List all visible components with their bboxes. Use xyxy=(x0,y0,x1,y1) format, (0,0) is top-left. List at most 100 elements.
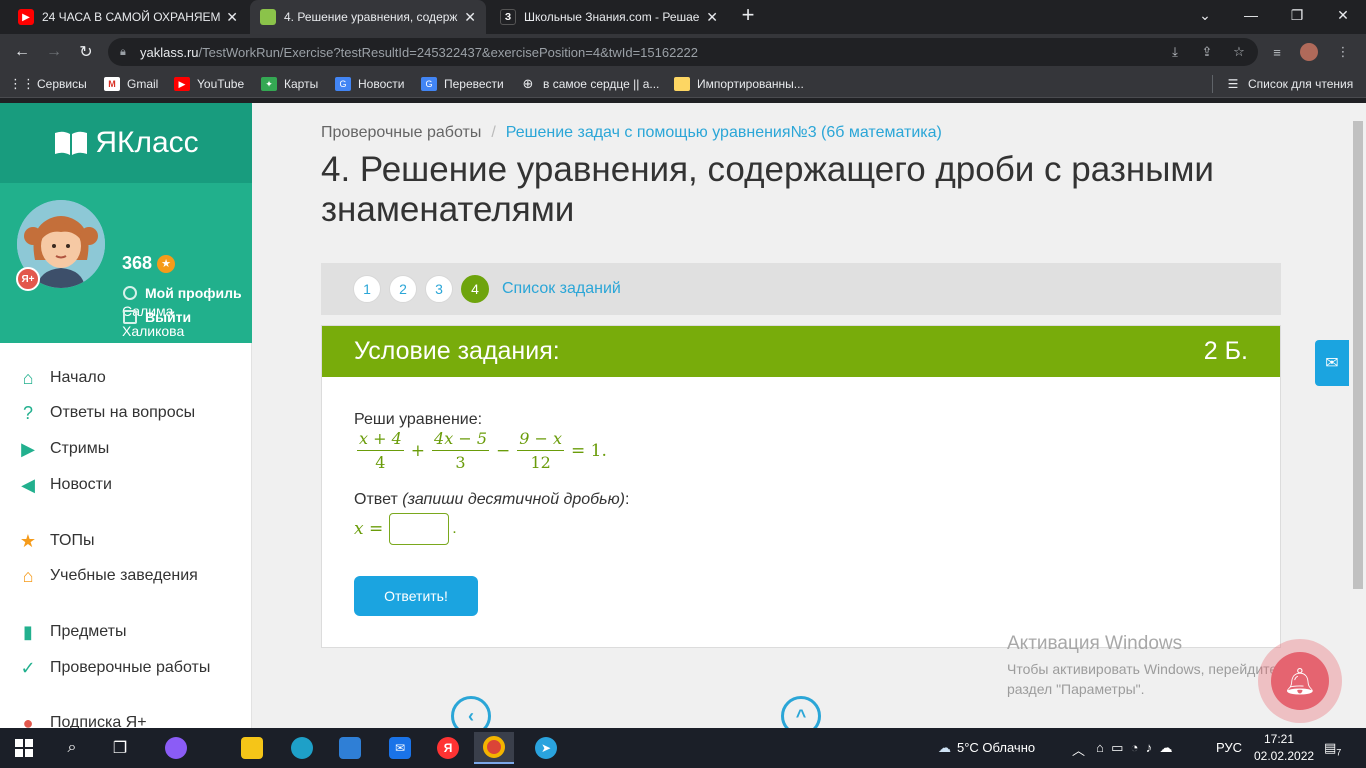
nav-tops[interactable]: ★ ТОПы xyxy=(17,529,95,553)
chrome-icon[interactable] xyxy=(474,732,514,764)
reading-mode-icon[interactable]: ≡ xyxy=(1268,43,1286,61)
bookmark-youtube[interactable]: ▶ YouTube xyxy=(174,75,244,93)
nav-subscription[interactable]: ● Подписка Я+ xyxy=(17,711,147,729)
bookmark-news[interactable]: G Новости xyxy=(335,75,404,93)
browser-tab-znanija[interactable]: З Школьные Знания.com - Решае ✕ xyxy=(490,0,728,34)
menu-kebab-icon[interactable]: ⋮ xyxy=(1334,43,1352,61)
yaklass-book-icon xyxy=(260,9,276,25)
weather-widget[interactable]: ☁ 5°C Облачно xyxy=(938,740,1035,756)
bookmark-label: в самое сердце || а... xyxy=(543,77,660,91)
breadcrumb-root-link[interactable]: Проверочные работы xyxy=(321,124,481,141)
bookmark-star-icon[interactable]: ☆ xyxy=(1230,43,1248,61)
feedback-mail-button[interactable]: ✉ xyxy=(1315,340,1349,386)
install-icon[interactable]: ⤓ xyxy=(1166,43,1184,61)
nav-answers[interactable]: ? Ответы на вопросы xyxy=(17,401,195,425)
task-list-link[interactable]: Список заданий xyxy=(502,280,621,298)
nav-subjects[interactable]: ▮ Предметы xyxy=(17,620,126,644)
notification-bell-button[interactable]: 🔔︎ xyxy=(1258,639,1342,723)
task-header: Условие задания: 2 Б. xyxy=(322,326,1280,377)
yaklass-logo[interactable]: ЯКласс xyxy=(53,126,199,160)
bookmark-label: Новости xyxy=(358,77,405,91)
task-prompt: Реши уравнение: xyxy=(354,411,483,428)
restore-button[interactable]: ❐ xyxy=(1274,0,1320,30)
back-icon[interactable]: ← xyxy=(10,41,34,63)
nav-streams[interactable]: ▶ Стримы xyxy=(17,437,109,461)
browser-tab-youtube[interactable]: ▶ 24 ЧАСА В САМОЙ ОХРАНЯЕМОЙ ✕ xyxy=(8,0,248,34)
reading-list-label: Список для чтения xyxy=(1248,77,1354,91)
search-icon[interactable]: ⌕ xyxy=(52,732,92,764)
watermark-line-2: раздел "Параметры". xyxy=(1007,681,1145,697)
school-icon: ⌂ xyxy=(22,565,34,586)
close-tab-icon[interactable]: ✕ xyxy=(706,9,718,26)
clock[interactable]: 17:21 02.02.2022 xyxy=(1254,731,1314,765)
play-icon: ▶ xyxy=(21,438,35,459)
tray-icons[interactable]: ⌂ ▭ ◔ ♪ ☁ xyxy=(1096,740,1172,756)
fraction-3: 9 − x 12 xyxy=(517,430,565,472)
chat-icon: ▤ xyxy=(1324,740,1337,755)
watermark-line-1: Чтобы активировать Windows, перейдите в xyxy=(1007,661,1289,677)
reading-list[interactable]: ☰ Список для чтения xyxy=(1212,75,1353,93)
answer-period: . xyxy=(452,520,457,537)
breadcrumb-current-link[interactable]: Решение задач с помощью уравнения№3 (6б … xyxy=(506,124,942,141)
tray-chevron-up-icon[interactable]: ︿ xyxy=(1072,740,1085,759)
profile-avatar-icon[interactable] xyxy=(1300,43,1318,61)
task-view-icon[interactable]: ❐ xyxy=(100,732,140,764)
telegram-icon[interactable]: ➤ xyxy=(526,732,566,764)
step-2-button[interactable]: 2 xyxy=(389,275,417,303)
close-tab-icon[interactable]: ✕ xyxy=(226,9,238,26)
operator-minus: − xyxy=(496,441,511,461)
share-icon[interactable]: ⇪ xyxy=(1198,43,1216,61)
prev-chevron-icon[interactable]: ‹ xyxy=(451,696,491,728)
close-window-button[interactable]: ✕ xyxy=(1320,0,1366,30)
nav-news[interactable]: ◀ Новости xyxy=(17,473,112,497)
language-indicator[interactable]: РУС xyxy=(1216,740,1242,755)
forward-icon[interactable]: → xyxy=(42,41,66,63)
my-profile-link[interactable]: Мой профиль xyxy=(123,285,242,301)
minimize-button[interactable]: — xyxy=(1228,0,1274,30)
page-scrollbar[interactable] xyxy=(1350,103,1366,728)
windows-taskbar: ⌕ ❐ ✉ Я ➤ ☁ 5°C Облачно ︿ ⌂ ▭ ◔ ♪ ☁ РУС 1… xyxy=(0,728,1366,768)
answer-hint: (запиши десятичной дробью) xyxy=(402,491,625,508)
browser-tab-yaklass[interactable]: 4. Решение уравнения, содержа ✕ xyxy=(250,0,486,34)
reload-icon[interactable]: ↻ xyxy=(74,41,98,63)
fraction-1-numerator: x + 4 xyxy=(357,430,404,451)
envelope-icon: ✉ xyxy=(1325,355,1339,372)
open-book-icon xyxy=(55,131,88,155)
step-3-button[interactable]: 3 xyxy=(425,275,453,303)
step-1-button[interactable]: 1 xyxy=(353,275,381,303)
logout-icon xyxy=(123,310,137,324)
scroll-up-chevron-icon[interactable]: ^ xyxy=(781,696,821,728)
bookmark-label: Карты xyxy=(284,77,319,91)
yandex-browser-icon[interactable]: Я xyxy=(428,732,468,764)
youtube-icon: ▶ xyxy=(174,77,190,91)
bookmark-heart[interactable]: ⊕ в самое сердце || а... xyxy=(520,75,660,93)
answer-input[interactable] xyxy=(389,513,450,545)
file-explorer-icon[interactable] xyxy=(232,732,272,764)
nav-schools[interactable]: ⌂ Учебные заведения xyxy=(17,564,198,588)
notification-center[interactable]: ▤7 xyxy=(1324,740,1341,758)
bookmark-services[interactable]: ⋮⋮ Сервисы xyxy=(9,75,87,93)
bookmark-maps[interactable]: ✦ Карты xyxy=(261,75,318,93)
fraction-2-denominator: 3 xyxy=(455,453,466,472)
nav-home[interactable]: ⌂ Начало xyxy=(17,366,106,390)
submit-answer-button[interactable]: Ответить! xyxy=(354,576,478,616)
store-icon[interactable] xyxy=(330,732,370,764)
address-bar[interactable]: 🔒︎ yaklass.ru/TestWorkRun/Exercise?testR… xyxy=(108,38,1258,66)
close-tab-icon[interactable]: ✕ xyxy=(464,9,476,26)
bookmark-imported-folder[interactable]: Импортированны... xyxy=(674,75,804,93)
bookmark-translate[interactable]: G Перевести xyxy=(421,75,504,93)
nav-tests[interactable]: ✓ Проверочные работы xyxy=(17,656,210,680)
nav-label: Учебные заведения xyxy=(50,567,198,584)
edge-icon[interactable] xyxy=(282,732,322,764)
new-tab-button[interactable]: + xyxy=(734,0,762,30)
scroll-thumb[interactable] xyxy=(1353,121,1363,589)
tab-search-chevron-icon[interactable]: ⌄ xyxy=(1182,0,1228,30)
fraction-1: x + 4 4 xyxy=(357,430,404,472)
step-4-button[interactable]: 4 xyxy=(461,275,489,303)
bookmark-gmail[interactable]: M Gmail xyxy=(104,75,158,93)
start-button[interactable] xyxy=(4,732,44,764)
logout-link[interactable]: Выйти xyxy=(123,309,191,325)
mail-icon[interactable]: ✉ xyxy=(380,732,420,764)
folder-icon xyxy=(674,77,690,91)
alice-assistant-icon[interactable] xyxy=(156,732,196,764)
